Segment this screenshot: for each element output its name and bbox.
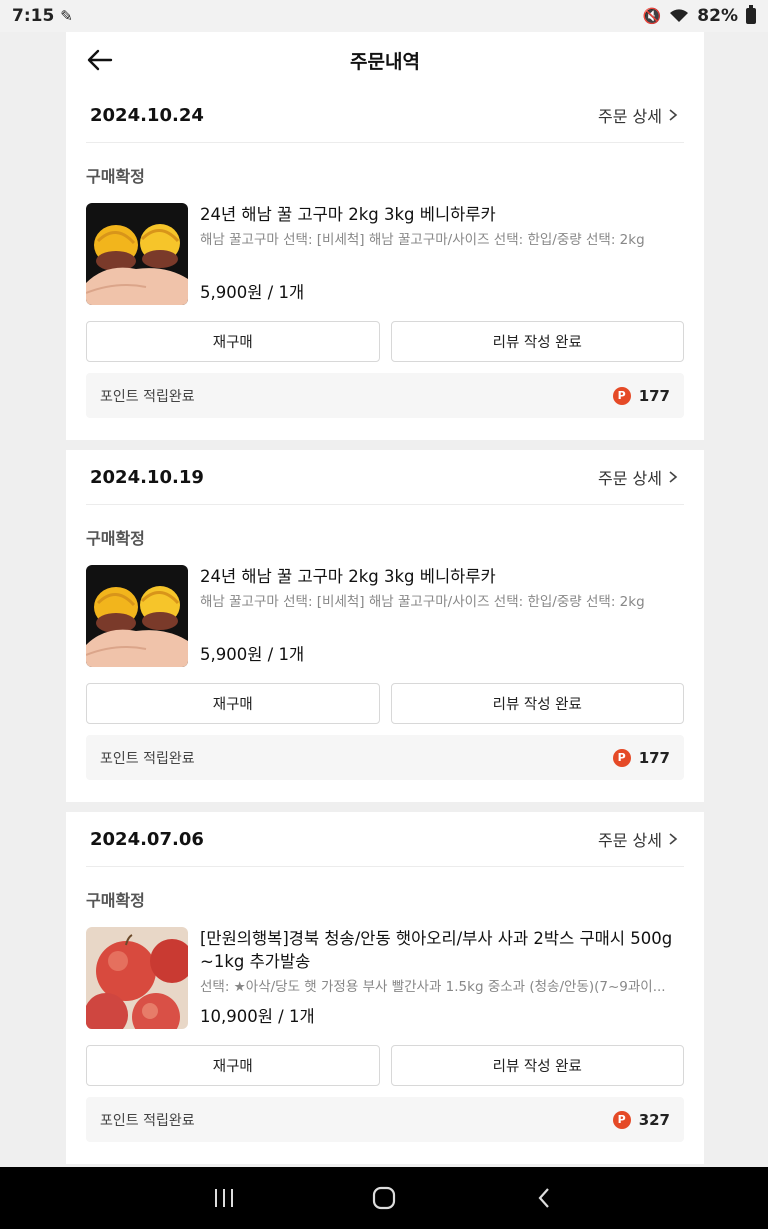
product-thumbnail[interactable] xyxy=(86,203,188,305)
product-item[interactable]: 24년 해남 꿀 고구마 2kg 3kg 베니하루카 해남 꿀고구마 선택: [… xyxy=(86,565,684,667)
android-nav-bar xyxy=(0,1167,768,1229)
product-thumbnail[interactable] xyxy=(86,927,188,1029)
points-value: P 177 xyxy=(612,748,670,767)
order-header: 2024.07.06 주문 상세 xyxy=(86,812,684,867)
recent-apps-button[interactable] xyxy=(204,1178,244,1218)
order-date: 2024.10.24 xyxy=(90,104,204,126)
home-button[interactable] xyxy=(364,1178,404,1218)
rebuy-button[interactable]: 재구매 xyxy=(86,321,380,362)
product-info: [만원의행복]경북 청송/안동 햇아오리/부사 사과 2박스 구매시 500g … xyxy=(200,927,684,1029)
order-detail-label: 주문 상세 xyxy=(598,469,662,488)
points-amount: 177 xyxy=(638,748,670,767)
product-item[interactable]: 24년 해남 꿀 고구마 2kg 3kg 베니하루카 해남 꿀고구마 선택: [… xyxy=(86,203,684,305)
rebuy-button[interactable]: 재구매 xyxy=(86,683,380,724)
order-status: 구매확정 xyxy=(86,529,145,548)
order-actions: 재구매 리뷰 작성 완료 xyxy=(86,321,684,362)
chevron-right-icon xyxy=(669,109,678,121)
order-actions: 재구매 리뷰 작성 완료 xyxy=(86,1045,684,1086)
status-right: 🔇 82% xyxy=(642,5,756,26)
points-row: 포인트 적립완료 P 177 xyxy=(86,735,684,780)
product-price: 5,900원 / 1개 xyxy=(200,283,305,302)
points-amount: 327 xyxy=(638,1110,670,1129)
order-list: 2024.10.24 주문 상세 구매확정 24년 해남 꿀 고구마 2kg 3… xyxy=(66,88,704,1164)
apple-image xyxy=(86,927,188,1029)
home-icon xyxy=(372,1186,396,1210)
order-detail-link[interactable]: 주문 상세 xyxy=(598,465,680,489)
order-actions: 재구매 리뷰 작성 완료 xyxy=(86,683,684,724)
notification-icon: ✎ xyxy=(60,7,73,25)
review-complete-button[interactable]: 리뷰 작성 완료 xyxy=(390,1045,684,1086)
order-card: 2024.07.06 주문 상세 구매확정 [만원의행복]경북 청송/안동 햇아… xyxy=(66,812,704,1164)
order-detail-link[interactable]: 주문 상세 xyxy=(598,827,680,851)
product-option: 선택: ★아삭/당도 햇 가정용 부사 빨간사과 1.5kg 중소과 (청송/안… xyxy=(200,979,666,995)
wifi-icon xyxy=(670,9,689,22)
chevron-right-icon xyxy=(669,833,678,845)
back-arrow-icon[interactable] xyxy=(86,46,114,74)
points-row: 포인트 적립완료 P 177 xyxy=(86,373,684,418)
status-left: 7:15 ✎ xyxy=(12,6,73,26)
point-badge-icon: P xyxy=(612,386,631,405)
product-option: 해남 꿀고구마 선택: [비세척] 해남 꿀고구마/사이즈 선택: 한입/중량 … xyxy=(200,594,645,610)
product-name[interactable]: [만원의행복]경북 청송/안동 햇아오리/부사 사과 2박스 구매시 500g … xyxy=(200,927,684,973)
page-header: 주문내역 xyxy=(66,32,704,88)
product-info: 24년 해남 꿀 고구마 2kg 3kg 베니하루카 해남 꿀고구마 선택: [… xyxy=(200,565,684,667)
battery-icon xyxy=(746,5,756,24)
clock: 7:15 xyxy=(12,6,55,26)
product-item[interactable]: [만원의행복]경북 청송/안동 햇아오리/부사 사과 2박스 구매시 500g … xyxy=(86,927,684,1029)
battery-percent: 82% xyxy=(697,6,738,26)
points-label: 포인트 적립완료 xyxy=(100,1112,195,1129)
product-option: 해남 꿀고구마 선택: [비세척] 해남 꿀고구마/사이즈 선택: 한입/중량 … xyxy=(200,232,645,248)
order-status: 구매확정 xyxy=(86,167,145,186)
points-label: 포인트 적립완료 xyxy=(100,388,195,405)
product-name[interactable]: 24년 해남 꿀 고구마 2kg 3kg 베니하루카 xyxy=(200,203,684,226)
product-price: 5,900원 / 1개 xyxy=(200,645,305,664)
back-nav-icon xyxy=(538,1188,549,1208)
order-detail-label: 주문 상세 xyxy=(598,107,662,126)
review-complete-button[interactable]: 리뷰 작성 완료 xyxy=(390,683,684,724)
order-date: 2024.10.19 xyxy=(90,466,204,488)
order-header: 2024.10.24 주문 상세 xyxy=(86,88,684,143)
mute-icon: 🔇 xyxy=(642,7,662,25)
points-amount: 177 xyxy=(638,386,670,405)
order-detail-label: 주문 상세 xyxy=(598,831,662,850)
status-bar: 7:15 ✎ 🔇 82% xyxy=(0,0,768,32)
sweet-potato-image xyxy=(86,565,188,667)
points-label: 포인트 적립완료 xyxy=(100,750,195,767)
review-complete-button[interactable]: 리뷰 작성 완료 xyxy=(390,321,684,362)
product-thumbnail[interactable] xyxy=(86,565,188,667)
order-card: 2024.10.24 주문 상세 구매확정 24년 해남 꿀 고구마 2kg 3… xyxy=(66,88,704,440)
chevron-right-icon xyxy=(669,471,678,483)
point-badge-icon: P xyxy=(612,1110,631,1129)
point-badge-icon: P xyxy=(612,748,631,767)
points-value: P 177 xyxy=(612,386,670,405)
points-value: P 327 xyxy=(612,1110,670,1129)
product-price: 10,900원 / 1개 xyxy=(200,1007,315,1026)
order-date: 2024.07.06 xyxy=(90,828,204,850)
order-history-page: 주문내역 2024.10.24 주문 상세 구매확정 24년 해남 꿀 고구마 … xyxy=(66,32,704,1167)
order-card: 2024.10.19 주문 상세 구매확정 24년 해남 꿀 고구마 2kg 3… xyxy=(66,450,704,802)
recent-apps-icon xyxy=(215,1189,233,1207)
product-info: 24년 해남 꿀 고구마 2kg 3kg 베니하루카 해남 꿀고구마 선택: [… xyxy=(200,203,684,305)
product-name[interactable]: 24년 해남 꿀 고구마 2kg 3kg 베니하루카 xyxy=(200,565,684,588)
sweet-potato-image xyxy=(86,203,188,305)
order-header: 2024.10.19 주문 상세 xyxy=(86,450,684,505)
points-row: 포인트 적립완료 P 327 xyxy=(86,1097,684,1142)
order-detail-link[interactable]: 주문 상세 xyxy=(598,103,680,127)
order-status: 구매확정 xyxy=(86,891,145,910)
rebuy-button[interactable]: 재구매 xyxy=(86,1045,380,1086)
page-title: 주문내역 xyxy=(350,50,420,73)
back-button[interactable] xyxy=(524,1178,564,1218)
